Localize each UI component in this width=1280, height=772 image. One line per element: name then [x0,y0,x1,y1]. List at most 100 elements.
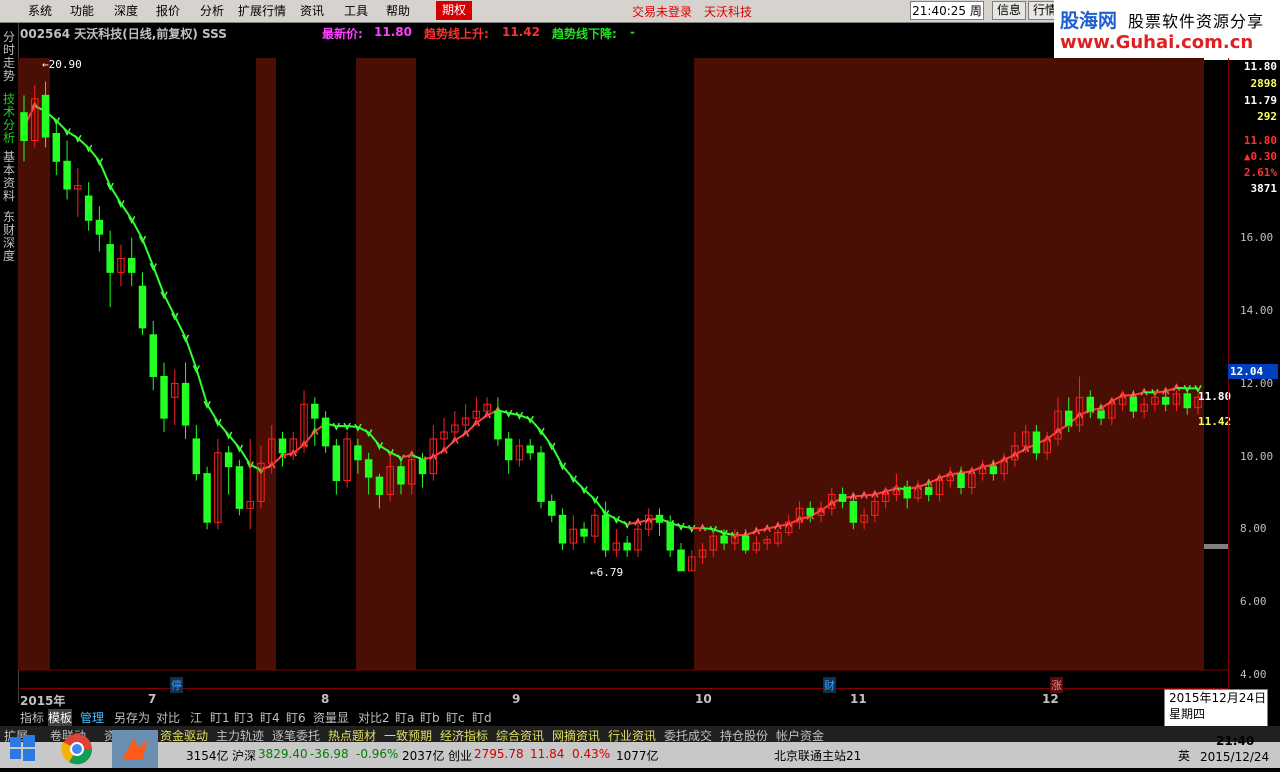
kline-chart[interactable] [18,58,1228,688]
menu-analysis[interactable]: 分析 [200,3,224,19]
candle-body [527,446,533,453]
tab-timeshare[interactable]: 分时走势 [3,31,15,87]
candle-body [161,376,167,418]
windows-start-icon[interactable] [8,734,36,762]
candle-body [1130,397,1136,411]
marker-finance[interactable]: 财 [823,677,836,693]
itab-volume[interactable]: 资量显 [313,709,349,726]
last-price-value: 11.80 [374,25,412,39]
itab-saveas[interactable]: 另存为 [114,709,150,726]
high-marker: ←20.90 [42,58,82,71]
sb-change: -36.98 [310,747,349,761]
candle-body [322,418,328,446]
menu-news[interactable]: 资讯 [300,3,324,19]
itab-jiang[interactable]: 江 [190,709,202,726]
trend-segment [304,432,315,445]
sb-amount2: 2037亿 [402,747,445,764]
candle-body [602,515,608,550]
menu-tools[interactable]: 工具 [344,3,368,19]
rp-vol1: 2898 [1251,77,1278,90]
candle-body [96,220,102,234]
candle-body [721,536,727,543]
trend-segment [186,338,197,369]
rp-price2: 11.79 [1244,94,1277,107]
menu-help[interactable]: 帮助 [386,3,410,19]
tab-fundamentals[interactable]: 基本资料 [3,151,15,207]
itab-indicator[interactable]: 指标 [20,709,44,726]
menu-function[interactable]: 功能 [70,3,94,19]
clock: 21:40:25 周四 [910,1,984,20]
candle-body [182,383,188,425]
sb-pct2: 0.43% [572,747,610,761]
candle-body [279,439,285,453]
marker-rise[interactable]: 涨 [1050,677,1063,693]
tab-depth[interactable]: 东财深度 [3,211,15,267]
trend-segment [110,186,121,203]
candle-body [958,474,964,488]
rp-vol2: 292 [1257,110,1277,123]
trend-segment [175,316,186,338]
candle-body [53,134,59,162]
logo-url: www.Guhai.com.cn [1060,32,1253,53]
sb-label-hs: 沪深 [232,747,256,764]
candle-body [1184,394,1190,408]
candle-body [42,95,48,137]
app-taskbar-icon[interactable] [112,730,158,768]
candle-body [21,113,27,141]
menu-extended[interactable]: 扩展行情 [238,3,286,19]
menu-options[interactable]: 期权 [436,1,472,20]
candle-body [538,453,544,502]
watermark-logo: 股海网 股票软件资源分享 www.Guhai.com.cn [1054,0,1280,60]
candle-body [656,515,662,522]
itab-template[interactable]: 模板 [48,709,72,726]
date-month: 12 [1042,692,1059,706]
marker-suspend[interactable]: 停 [170,677,183,693]
itab-manage[interactable]: 管理 [80,709,104,726]
date-month: 8 [321,692,329,706]
tray-lang[interactable]: 英 [1178,747,1190,764]
y-label: 4.00 [1240,668,1267,681]
itab-ding1[interactable]: 盯1 [210,709,230,726]
trend-down-label: 趋势线下降: [552,25,617,42]
candle-body [204,474,210,523]
trend-segment [99,161,110,186]
candle-body [904,488,910,498]
itab-ding3[interactable]: 盯3 [234,709,254,726]
itab-dingc[interactable]: 盯c [446,709,465,726]
menu-system[interactable]: 系统 [28,3,52,19]
menu-quote[interactable]: 报价 [156,3,180,19]
itab-compare2[interactable]: 对比2 [358,709,390,726]
candle-body [107,245,113,273]
candle-body [139,286,145,328]
tab-technical[interactable]: 技术分析 [3,93,15,149]
itab-dingd[interactable]: 盯d [472,709,492,726]
itab-dingb[interactable]: 盯b [420,709,440,726]
login-status[interactable]: 交易未登录 [632,3,692,20]
indicator-tabs: 指标 模板 管理 另存为 对比 江 盯1 盯3 盯4 盯6 资量显 对比2 盯a… [18,707,1218,725]
rp-pct: 2.61% [1244,166,1277,179]
candle-body [1033,432,1039,453]
tray-date[interactable]: 2015/12/24 [1200,750,1269,764]
rp-volume: 3871 [1251,182,1278,195]
chrome-icon[interactable] [60,732,94,766]
info-button[interactable]: 信息 [992,1,1026,20]
candle-body [1087,397,1093,411]
itab-ding4[interactable]: 盯4 [260,709,280,726]
trend-up-label: 趋势线上升: [424,25,489,42]
sb-server[interactable]: 北京联通主站21 [774,747,861,764]
candle-body [839,494,845,501]
candle-body [926,488,932,495]
sb-index2: 2795.78 [474,747,524,761]
candle-body [678,550,684,571]
candle-body [64,161,70,189]
itab-dinga[interactable]: 盯a [395,709,414,726]
itab-compare[interactable]: 对比 [156,709,180,726]
scroll-thumb[interactable] [1204,544,1228,549]
menu-depth[interactable]: 深度 [114,3,138,19]
sb-pct: -0.96% [356,747,398,761]
itab-ding6[interactable]: 盯6 [286,709,306,726]
stock-title: 002564 天沃科技(日线,前复权) SSS [20,25,227,42]
date-axis: 2015年 7 8 9 10 11 12 [18,688,1228,707]
tray-time[interactable]: 21:40 [1216,734,1254,748]
sb-index: 3829.40 [258,747,308,761]
